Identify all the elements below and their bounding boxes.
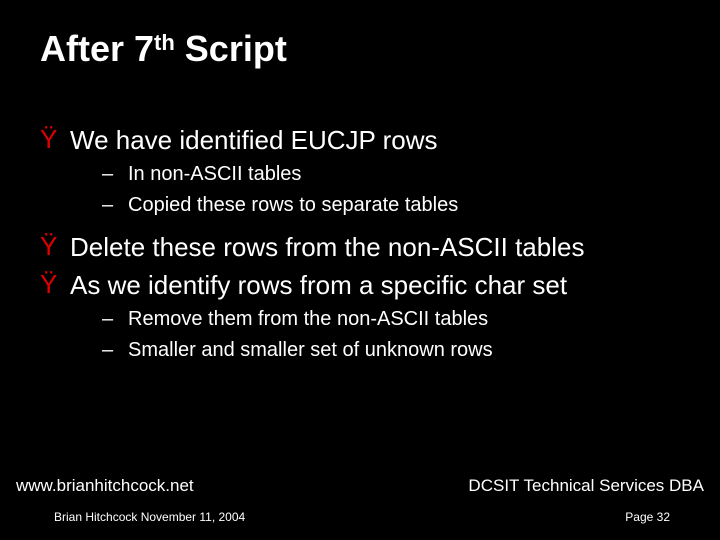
bullet-level2: – In non-ASCII tables — [102, 161, 690, 188]
bullet-text: Remove them from the non-ASCII tables — [128, 306, 488, 333]
slide-body: Ÿ We have identified EUCJP rows – In non… — [40, 118, 690, 364]
dash-icon: – — [102, 337, 128, 363]
dash-icon: – — [102, 161, 128, 187]
title-pre: After 7 — [40, 28, 154, 69]
dash-icon: – — [102, 306, 128, 332]
bullet-level2: – Smaller and smaller set of unknown row… — [102, 337, 690, 364]
title-post: Script — [175, 28, 287, 69]
bullet-text: We have identified EUCJP rows — [70, 124, 438, 157]
footer-org: DCSIT Technical Services DBA — [468, 476, 704, 496]
bullet-text: Copied these rows to separate tables — [128, 192, 458, 219]
footer-url: www.brianhitchcock.net — [16, 476, 194, 496]
bullet-text: As we identify rows from a specific char… — [70, 269, 567, 302]
footer-page: Page 32 — [625, 510, 670, 524]
bullet-text: In non-ASCII tables — [128, 161, 301, 188]
bullet-level1: Ÿ As we identify rows from a specific ch… — [40, 269, 690, 302]
slide-title: After 7th Script — [40, 28, 287, 70]
bullet-level2: – Copied these rows to separate tables — [102, 192, 690, 219]
bullet-glyph-icon: Ÿ — [40, 124, 70, 155]
bullet-text: Smaller and smaller set of unknown rows — [128, 337, 493, 364]
bullet-glyph-icon: Ÿ — [40, 269, 70, 300]
bullet-level1: Ÿ We have identified EUCJP rows — [40, 124, 690, 157]
bullet-text: Delete these rows from the non-ASCII tab… — [70, 231, 584, 264]
bullet-level2: – Remove them from the non-ASCII tables — [102, 306, 690, 333]
slide: After 7th Script Ÿ We have identified EU… — [0, 0, 720, 540]
title-superscript: th — [154, 30, 175, 55]
footer-author-date: Brian Hitchcock November 11, 2004 — [54, 510, 245, 524]
bullet-glyph-icon: Ÿ — [40, 231, 70, 262]
bullet-level1: Ÿ Delete these rows from the non-ASCII t… — [40, 231, 690, 264]
dash-icon: – — [102, 192, 128, 218]
